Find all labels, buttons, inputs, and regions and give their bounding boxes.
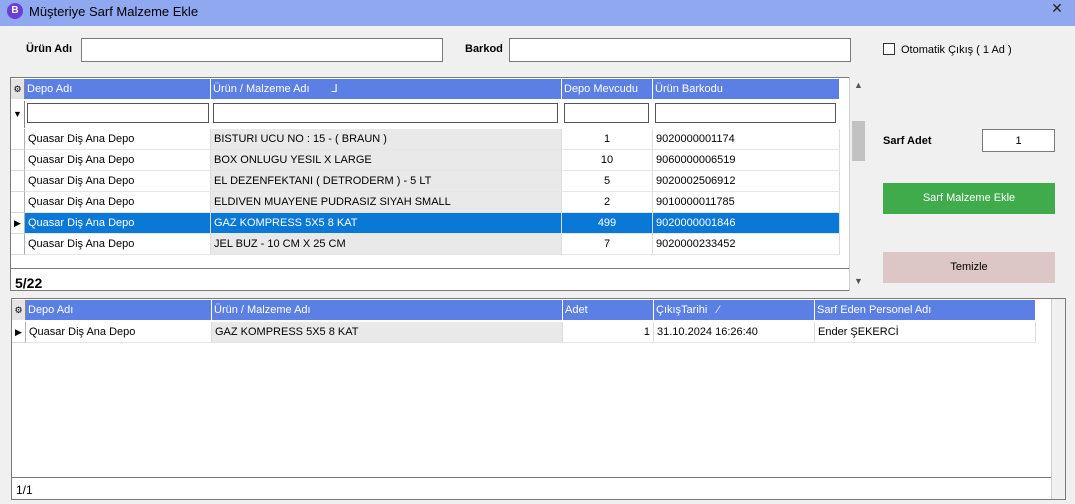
sort-icon: ⁄ — [717, 304, 720, 316]
cell-mevcut: 2 — [562, 192, 653, 213]
column-header-mevcut[interactable]: Depo Mevcudu — [562, 79, 653, 99]
current-row-arrow-icon: ▶ — [12, 322, 26, 343]
urun-adi-label: Ürün Adı — [26, 43, 73, 55]
cell-mevcut: 5 — [562, 171, 653, 192]
cell-urun: GAZ KOMPRESS 5X5 8 KAT — [211, 213, 562, 234]
scroll-down-icon[interactable]: ▼ — [850, 276, 867, 286]
urun-adi-input[interactable] — [81, 38, 443, 62]
cell-depo: Quasar Diş Ana Depo — [25, 234, 211, 255]
cell-urun: BOX ONLUGU YESIL X LARGE — [211, 150, 562, 171]
title-bar: B Müşteriye Sarf Malzeme Ekle ✕ — [0, 0, 1075, 26]
filter-icon: ▼ — [11, 101, 25, 128]
filter-mevcut-input[interactable] — [564, 103, 649, 123]
row-indicator — [11, 129, 25, 150]
cell-depo: Quasar Diş Ana Depo — [25, 213, 211, 234]
sort-icon: ⅃ — [331, 83, 338, 95]
otomatik-cikis-checkbox[interactable] — [883, 43, 895, 55]
grid-settings-icon[interactable]: ⚙ — [12, 300, 26, 320]
consume-grid: ⚙ Depo Adı Ürün / Malzeme Adı Adet Çıkış… — [11, 298, 1066, 500]
scroll-thumb[interactable] — [852, 121, 865, 161]
stock-grid-scrollbar[interactable]: ▲ ▼ — [849, 77, 867, 291]
sarf-malzeme-ekle-button[interactable]: Sarf Malzeme Ekle — [883, 183, 1055, 214]
consume-grid-scrollbar[interactable] — [1051, 299, 1065, 499]
column-header-tarih-label: ÇıkışTarihi — [656, 304, 708, 316]
cell-depo: Quasar Diş Ana Depo — [25, 192, 211, 213]
cell-barkod: 9010000011785 — [653, 192, 840, 213]
window-title: Müşteriye Sarf Malzeme Ekle — [29, 4, 199, 19]
row-indicator — [11, 234, 25, 255]
row-indicator — [11, 192, 25, 213]
consume-grid-record-counter: 1/1 — [16, 483, 33, 497]
cell-depo: Quasar Diş Ana Depo — [25, 129, 211, 150]
stock-grid-record-counter: 5/22 — [15, 275, 43, 291]
current-row-arrow-icon: ▶ — [11, 213, 25, 234]
scroll-up-icon[interactable]: ▲ — [850, 80, 867, 90]
column-header-personel[interactable]: Sarf Eden Personel Adı — [815, 300, 1036, 320]
footer-divider — [12, 477, 1052, 478]
cell-urun: BISTURI UCU NO : 15 - ( BRAUN ) — [211, 129, 562, 150]
cell-depo: Quasar Diş Ana Depo — [25, 171, 211, 192]
column-header-barkod[interactable]: Ürün Barkodu — [653, 79, 840, 99]
column-header-depo[interactable]: Depo Adı — [25, 79, 211, 99]
cell-urun: EL DEZENFEKTANI ( DETRODERM ) - 5 LT — [211, 171, 562, 192]
otomatik-cikis-label: Otomatik Çıkış ( 1 Ad ) — [901, 44, 1012, 56]
column-header-urun[interactable]: Ürün / Malzeme Adı ⅃ — [211, 79, 562, 99]
column-header-urun-label: Ürün / Malzeme Adı — [213, 83, 310, 95]
cell-urun: JEL BUZ - 10 CM X 25 CM — [211, 234, 562, 255]
stock-grid: ⚙ Depo Adı Ürün / Malzeme Adı ⅃ Depo Mevc… — [10, 77, 867, 291]
cell-mevcut: 499 — [562, 213, 653, 234]
cell-barkod: 9020002506912 — [653, 171, 840, 192]
cell-urun: ELDIVEN MUAYENE PUDRASIZ SIYAH SMALL — [211, 192, 562, 213]
grid-settings-icon[interactable]: ⚙ — [11, 79, 25, 99]
column-header-depo[interactable]: Depo Adı — [26, 300, 212, 320]
cell-urun: GAZ KOMPRESS 5X5 8 KAT — [212, 322, 563, 343]
cell-depo: Quasar Diş Ana Depo — [26, 322, 212, 343]
filter-depo-input[interactable] — [27, 103, 209, 123]
column-header-tarih[interactable]: ÇıkışTarihi ⁄ — [654, 300, 815, 320]
cell-personel: Ender ŞEKERCİ — [815, 322, 1036, 343]
cell-barkod: 9020000001846 — [653, 213, 840, 234]
cell-mevcut: 7 — [562, 234, 653, 255]
footer-divider — [11, 268, 850, 269]
cell-mevcut: 1 — [562, 129, 653, 150]
app-logo-icon: B — [7, 3, 23, 19]
filter-urun-input[interactable] — [213, 103, 558, 123]
sarf-adet-label: Sarf Adet — [883, 135, 932, 147]
sarf-adet-input[interactable] — [982, 129, 1055, 152]
row-indicator — [11, 150, 25, 171]
cell-barkod: 9060000006519 — [653, 150, 840, 171]
cell-adet: 1 — [563, 322, 654, 343]
column-header-adet[interactable]: Adet — [563, 300, 654, 320]
barkod-input[interactable] — [509, 38, 851, 62]
cell-depo: Quasar Diş Ana Depo — [25, 150, 211, 171]
row-indicator — [11, 171, 25, 192]
temizle-button[interactable]: Temizle — [883, 252, 1055, 283]
cell-mevcut: 10 — [562, 150, 653, 171]
cell-barkod: 9020000001174 — [653, 129, 840, 150]
barkod-label: Barkod — [465, 43, 503, 55]
filter-barkod-input[interactable] — [655, 103, 836, 123]
close-button[interactable]: ✕ — [1040, 0, 1074, 18]
cell-tarih: 31.10.2024 16:26:40 — [654, 322, 815, 343]
column-header-urun[interactable]: Ürün / Malzeme Adı — [212, 300, 563, 320]
cell-barkod: 9020000233452 — [653, 234, 840, 255]
